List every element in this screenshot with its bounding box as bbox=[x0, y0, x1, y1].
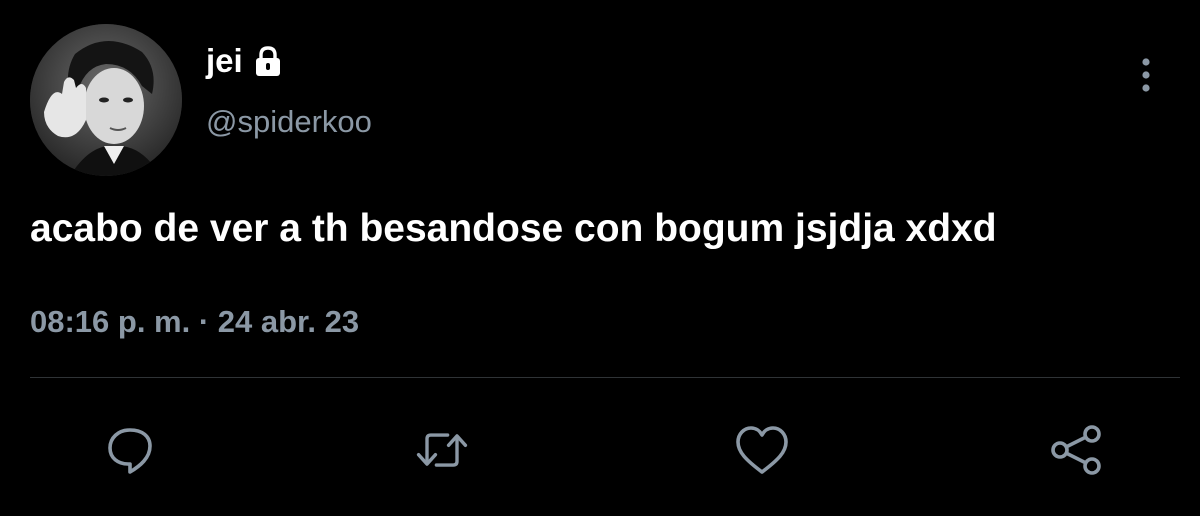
user-handle[interactable]: @spiderkoo bbox=[206, 106, 372, 137]
user-name-row: jei bbox=[206, 44, 283, 77]
divider bbox=[30, 377, 1180, 378]
share-button[interactable] bbox=[1046, 420, 1106, 480]
share-icon bbox=[1051, 425, 1101, 475]
reply-icon bbox=[108, 428, 152, 474]
tweet-timestamp[interactable]: 08:16 p. m. · 24 abr. 23 bbox=[30, 306, 359, 337]
like-button[interactable] bbox=[732, 420, 792, 480]
avatar[interactable] bbox=[30, 24, 182, 176]
heart-icon bbox=[736, 426, 788, 474]
avatar-image bbox=[30, 24, 182, 176]
retweet-icon bbox=[416, 433, 468, 467]
lock-icon bbox=[253, 45, 283, 77]
tweet-text: acabo de ver a th besandose con bogum js… bbox=[30, 207, 997, 250]
retweet-button[interactable] bbox=[412, 420, 472, 480]
more-vertical-icon[interactable] bbox=[1132, 56, 1160, 96]
reply-button[interactable] bbox=[100, 420, 160, 480]
display-name[interactable]: jei bbox=[206, 44, 243, 77]
action-bar bbox=[0, 420, 1200, 480]
